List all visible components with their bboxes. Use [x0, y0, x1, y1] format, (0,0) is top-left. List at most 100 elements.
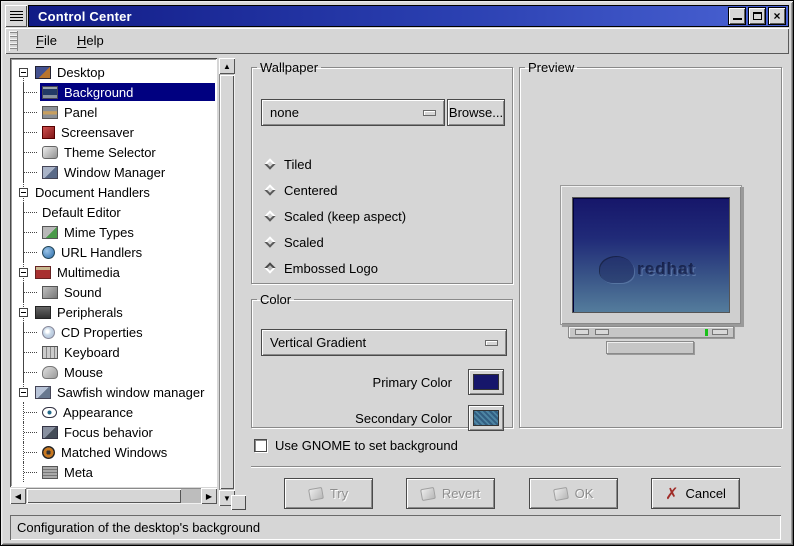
tree-item-document-handlers[interactable]: Document Handlers — [13, 182, 215, 202]
tree-item-appearance[interactable]: Appearance — [13, 402, 215, 422]
color-legend: Color — [260, 292, 292, 307]
close-button[interactable]: × — [768, 7, 786, 25]
tree-expander-minus-icon[interactable] — [19, 307, 28, 317]
menu-file[interactable]: File — [26, 30, 67, 51]
tree-item-keyboard[interactable]: Keyboard — [13, 342, 215, 362]
cd-properties-icon — [42, 325, 55, 339]
browse-button[interactable]: Browse... — [447, 99, 505, 126]
tree-expander-minus-icon[interactable] — [19, 387, 28, 397]
tree-item-background[interactable]: Background — [13, 82, 215, 102]
tree-connector — [23, 442, 40, 462]
preview-frame: Preview redhat — [519, 60, 782, 428]
monitor-stand — [606, 341, 694, 354]
radio-embossed-logo[interactable]: Embossed Logo — [264, 255, 504, 281]
radio-diamond-icon[interactable] — [264, 184, 276, 196]
tree-item-peripherals[interactable]: Peripherals — [13, 302, 215, 322]
wallpaper-frame: Wallpaper none Browse... Tiled Centered Sc… — [251, 60, 513, 284]
mime-types-icon — [42, 225, 58, 239]
radio-diamond-icon[interactable] — [264, 236, 276, 248]
maximize-button[interactable] — [748, 7, 766, 25]
minimize-button[interactable] — [728, 7, 746, 25]
tree-item-sound[interactable]: Sound — [13, 282, 215, 302]
use-gnome-checkbox[interactable] — [254, 439, 267, 452]
tree-horizontal-scrollbar[interactable]: ◀ ▶ — [10, 488, 217, 504]
sound-icon — [42, 285, 58, 299]
pane-resize-handle[interactable] — [231, 495, 246, 510]
tree-item-meta[interactable]: Meta — [13, 462, 215, 482]
option-menu-indicator-icon — [485, 339, 498, 346]
tree-item-mouse[interactable]: Mouse — [13, 362, 215, 382]
wallpaper-dropdown[interactable]: none — [261, 99, 445, 126]
radio-scaled[interactable]: Scaled — [264, 229, 504, 255]
window-menu-button[interactable] — [5, 5, 27, 27]
radio-tiled[interactable]: Tiled — [264, 151, 504, 177]
tree-expander-minus-icon[interactable] — [19, 187, 28, 197]
vertical-scroll-thumb[interactable] — [220, 75, 234, 489]
secondary-color-label: Secondary Color — [355, 410, 452, 426]
radio-diamond-icon[interactable] — [264, 210, 276, 222]
peripherals-icon — [35, 305, 51, 319]
tree-item-default-editor[interactable]: Default Editor — [13, 202, 215, 222]
titlebar-gradient[interactable]: Control Center × — [28, 5, 789, 27]
tree-item-focus-behavior[interactable]: Focus behavior — [13, 422, 215, 442]
menubar-grip-handle[interactable] — [9, 31, 18, 51]
tree-item-desktop[interactable]: Desktop — [13, 62, 215, 82]
radio-label: Tiled — [284, 156, 312, 172]
tree-connector — [23, 362, 40, 382]
tree-item-content: Focus behavior — [40, 423, 215, 441]
secondary-color-button[interactable] — [468, 405, 504, 431]
scroll-left-icon[interactable]: ◀ — [10, 488, 26, 504]
screensaver-icon — [42, 125, 55, 139]
radio-diamond-icon[interactable] — [264, 262, 276, 274]
tree-item-mime-types[interactable]: Mime Types — [13, 222, 215, 242]
wallpaper-dropdown-value: none — [270, 105, 299, 120]
try-button: Try — [284, 478, 373, 509]
cancel-button[interactable]: ✗ Cancel — [651, 478, 740, 509]
tree-connector — [23, 162, 40, 182]
tree-connector — [23, 402, 40, 422]
tree-item-content: Theme Selector — [40, 143, 215, 161]
tree-item-label: Sound — [64, 284, 102, 300]
tree-item-label: Background — [64, 84, 134, 100]
radio-scaled-keep-aspect[interactable]: Scaled (keep aspect) — [264, 203, 504, 229]
primary-color-button[interactable] — [468, 369, 504, 395]
tree-item-label: Theme Selector — [64, 144, 156, 160]
statusbar-text: Configuration of the desktop's backgroun… — [17, 520, 261, 535]
primary-color-swatch — [473, 374, 499, 390]
tree-item-panel[interactable]: Panel — [13, 102, 215, 122]
tree-item-content: Appearance — [40, 403, 215, 421]
secondary-color-row: Secondary Color — [252, 405, 512, 431]
tree-expander-minus-icon[interactable] — [19, 67, 28, 77]
tree-vertical-scrollbar[interactable]: ▲ ▼ — [219, 58, 235, 506]
titlebar: Control Center × — [5, 5, 789, 27]
radio-diamond-icon[interactable] — [264, 158, 276, 170]
tree-item-content: CD Properties — [40, 323, 215, 341]
tree-item-sawfish-window-manager[interactable]: Sawfish window manager — [13, 382, 215, 402]
tree-item-theme-selector[interactable]: Theme Selector — [13, 142, 215, 162]
radio-label: Scaled — [284, 234, 324, 250]
gradient-dropdown[interactable]: Vertical Gradient — [261, 329, 507, 356]
scroll-right-icon[interactable]: ▶ — [201, 488, 217, 504]
window-menu-icon — [9, 10, 23, 22]
tree-item-content: Screensaver — [40, 123, 215, 141]
control-center-window: Control Center × File Help Desktop Backgro… — [0, 0, 794, 546]
tree-item-content: Document Handlers — [33, 183, 215, 201]
appearance-icon — [42, 406, 57, 418]
monitor-button-icon — [712, 329, 728, 335]
tree-item-window-manager[interactable]: Window Manager — [13, 162, 215, 182]
horizontal-scroll-thumb[interactable] — [27, 489, 181, 503]
scroll-up-icon[interactable]: ▲ — [219, 58, 235, 74]
tree-item-content: Mime Types — [40, 223, 215, 241]
button-label: Revert — [441, 486, 481, 501]
tree-item-multimedia[interactable]: Multimedia — [13, 262, 215, 282]
use-gnome-checkbox-label: Use GNOME to set background — [275, 438, 458, 453]
tree-item-url-handlers[interactable]: URL Handlers — [13, 242, 215, 262]
tree-item-matched-windows[interactable]: Matched Windows — [13, 442, 215, 462]
radio-centered[interactable]: Centered — [264, 177, 504, 203]
menu-help[interactable]: Help — [67, 30, 114, 51]
menubar: File Help — [5, 28, 789, 54]
tree-item-label: URL Handlers — [61, 244, 143, 260]
tree-expander-minus-icon[interactable] — [19, 267, 28, 277]
tree-item-cd-properties[interactable]: CD Properties — [13, 322, 215, 342]
tree-item-screensaver[interactable]: Screensaver — [13, 122, 215, 142]
